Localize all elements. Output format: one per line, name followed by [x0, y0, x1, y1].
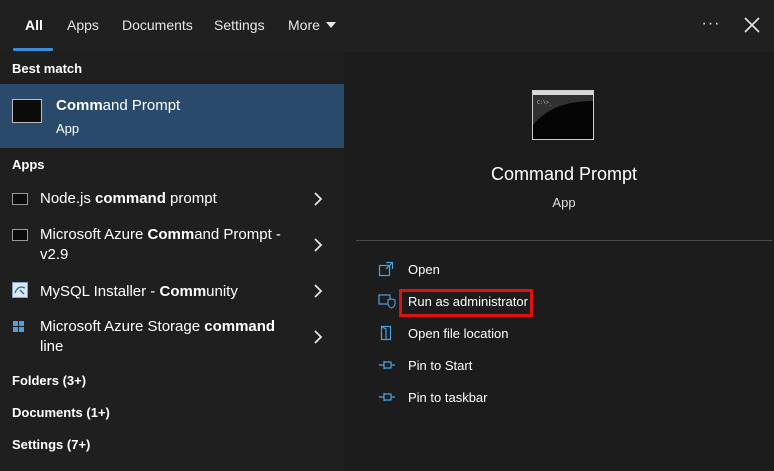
tab-more[interactable]: More — [288, 0, 336, 52]
file-location-icon — [380, 325, 392, 341]
best-match-title-match: Comm — [56, 97, 103, 114]
pin-icon — [379, 393, 395, 401]
label-pre: Microsoft Azure — [40, 226, 148, 243]
tab-all[interactable]: All — [25, 0, 43, 52]
run-as-administrator-label: Run as administrator — [408, 294, 528, 309]
app-result-label: Microsoft Azure Command Prompt - v2.9 — [40, 225, 295, 265]
best-match-subtitle: App — [56, 121, 80, 136]
app-result-label: Microsoft Azure Storage command line — [40, 317, 295, 357]
documents-group[interactable]: Documents (1+) — [12, 405, 110, 420]
chevron-right-icon[interactable] — [312, 238, 324, 252]
pin-to-taskbar-label: Pin to taskbar — [408, 390, 488, 405]
results-panel: Best match Command Prompt App Apps Node.… — [0, 52, 344, 471]
best-match-title-rest: and Prompt — [102, 97, 181, 114]
app-result-item[interactable]: Node.js command prompt — [0, 186, 344, 212]
chevron-down-icon — [325, 22, 336, 29]
svg-text:C:\>_: C:\>_ — [537, 100, 553, 106]
app-result-label: Node.js command prompt — [40, 189, 295, 209]
azure-storage-icon — [13, 321, 24, 332]
label-post: prompt — [165, 190, 217, 207]
open-action-label: Open — [408, 262, 440, 277]
label-post: line — [40, 338, 64, 355]
preview-subtitle: App — [552, 195, 576, 210]
cmd-icon — [12, 229, 28, 241]
apps-header: Apps — [12, 157, 45, 172]
preview-title: Command Prompt — [490, 164, 638, 184]
settings-group[interactable]: Settings (7+) — [12, 437, 90, 452]
label-match: Comm — [159, 283, 207, 300]
close-icon[interactable] — [741, 14, 763, 36]
preview-divider — [356, 240, 772, 241]
app-result-item[interactable]: Microsoft Azure Storage command line — [0, 315, 344, 359]
label-pre: Microsoft Azure Storage — [40, 318, 205, 335]
shield-icon — [378, 294, 396, 309]
tab-apps[interactable]: Apps — [67, 0, 99, 52]
tab-more-label: More — [288, 17, 320, 33]
app-result-label: MySQL Installer - Community — [40, 282, 295, 302]
best-match-item[interactable]: Command Prompt App — [0, 84, 344, 148]
open-file-location-label: Open file location — [408, 326, 509, 341]
chevron-right-icon[interactable] — [312, 192, 324, 206]
label-post: unity — [206, 283, 238, 300]
app-result-item[interactable]: Microsoft Azure Command Prompt - v2.9 — [0, 223, 344, 267]
tab-active-indicator — [13, 48, 53, 51]
label-match: command — [95, 190, 166, 207]
label-pre: Node.js — [40, 190, 96, 207]
cmd-icon — [12, 193, 28, 205]
pin-icon — [379, 361, 395, 369]
label-match: Comm — [147, 226, 195, 243]
icon-glare: C:\>_ — [533, 95, 593, 125]
chevron-right-icon[interactable] — [312, 330, 324, 344]
folders-group[interactable]: Folders (3+) — [12, 373, 86, 388]
pin-to-start-label: Pin to Start — [408, 358, 473, 373]
chevron-right-icon[interactable] — [312, 284, 324, 298]
preview-panel: C:\>_ Command Prompt App Open Run as adm… — [356, 52, 774, 471]
best-match-header: Best match — [12, 61, 83, 76]
cmd-large-icon: C:\>_ — [532, 90, 594, 140]
more-options-icon[interactable]: ··· — [700, 14, 722, 36]
tab-documents[interactable]: Documents — [122, 0, 193, 52]
label-match: command — [204, 318, 276, 335]
best-match-title: Command Prompt — [56, 97, 180, 114]
open-icon — [378, 261, 394, 277]
search-tabs-bar: All Apps Documents Settings More ··· — [0, 0, 774, 52]
cmd-icon — [12, 99, 42, 123]
app-result-item[interactable]: MySQL Installer - Community — [0, 279, 344, 305]
label-pre: MySQL Installer - — [40, 283, 160, 300]
mysql-installer-icon — [12, 282, 28, 298]
tab-settings[interactable]: Settings — [214, 0, 265, 52]
